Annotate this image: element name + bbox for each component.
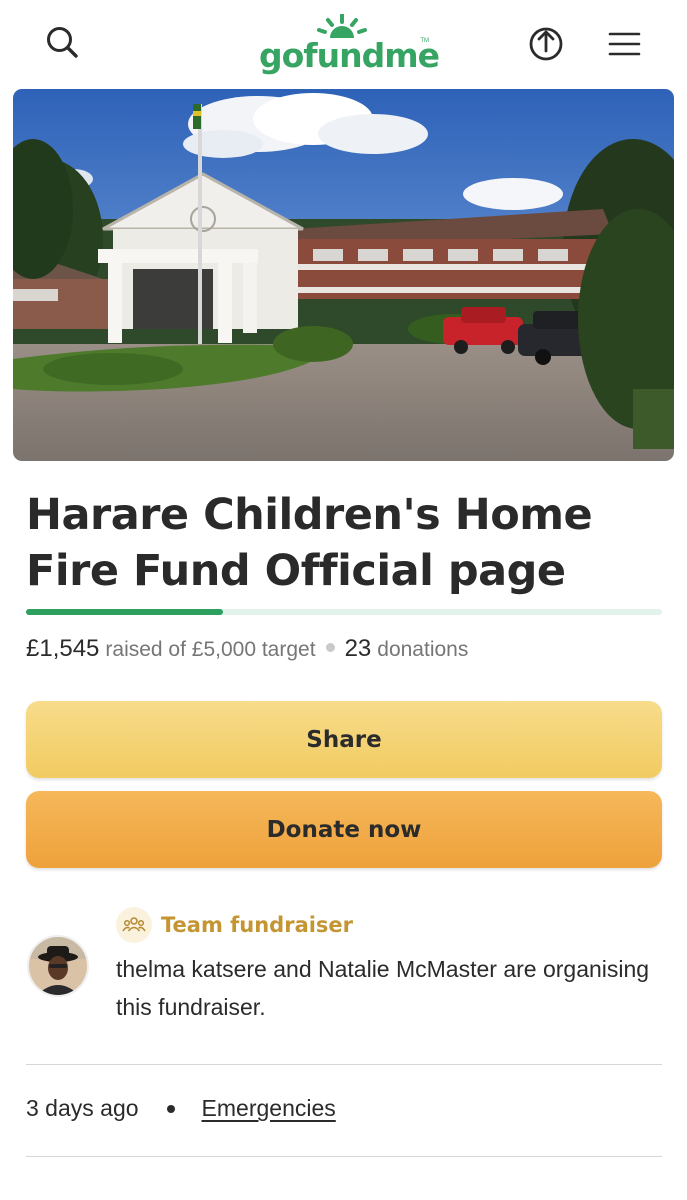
target-text: raised of £5,000 target xyxy=(105,638,316,661)
team-fundraiser-badge: Team fundraiser xyxy=(116,907,353,943)
avatar-photo xyxy=(29,937,87,995)
stats-separator-dot xyxy=(325,643,335,652)
campaign-hero-image xyxy=(13,89,674,461)
logo-trademark: TM xyxy=(420,38,429,44)
campaign-title: Harare Children's Home Fire Fund Officia… xyxy=(26,490,593,596)
search-icon xyxy=(47,27,78,58)
organiser-avatar[interactable] xyxy=(27,935,89,997)
share-button[interactable]: Share xyxy=(26,701,662,778)
upload-share-icon xyxy=(529,27,563,61)
divider-top xyxy=(26,1064,662,1065)
share-upload-button[interactable] xyxy=(524,21,568,65)
team-icon-wrapper xyxy=(116,907,152,943)
progress-bar-fill xyxy=(26,609,223,615)
donation-count: 23 xyxy=(344,635,372,662)
progress-bar xyxy=(26,609,662,615)
team-icon xyxy=(122,917,146,932)
search-button[interactable] xyxy=(41,21,85,65)
team-fundraiser-label: Team fundraiser xyxy=(161,913,354,937)
organiser-description: thelma katsere and Natalie McMaster are … xyxy=(116,956,650,1020)
donations-label: donations xyxy=(377,638,469,661)
gofundme-logo[interactable]: gofundme TM xyxy=(259,14,440,75)
fundraising-stats: £1,545 raised of £5,000 target 23 donati… xyxy=(26,635,468,663)
divider-bottom xyxy=(26,1156,662,1157)
meta-separator-dot xyxy=(166,1104,175,1113)
donate-now-button[interactable]: Donate now xyxy=(26,791,662,868)
logo-wordmark: gofundme xyxy=(259,36,440,75)
amount-raised: £1,545 xyxy=(26,635,100,662)
category-link[interactable]: Emergencies xyxy=(202,1095,336,1122)
posted-time: 3 days ago xyxy=(26,1095,139,1121)
campaign-meta: 3 days ago Emergencies xyxy=(26,1095,336,1122)
menu-button[interactable] xyxy=(601,21,645,65)
hamburger-menu-icon xyxy=(608,32,641,56)
hero-photo-illustration xyxy=(13,89,674,461)
top-bar: gofundme TM xyxy=(0,0,687,88)
